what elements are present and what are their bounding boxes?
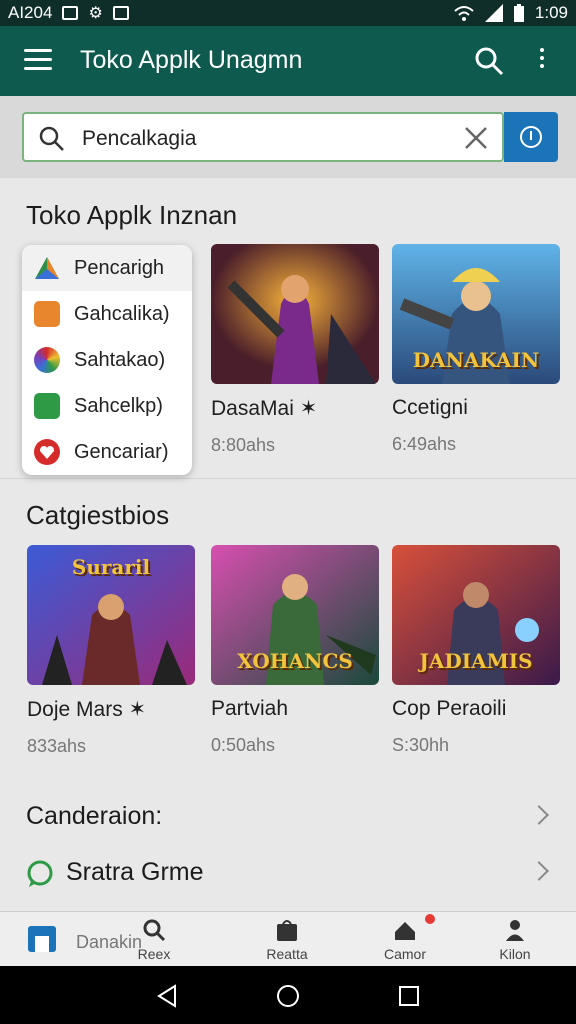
nav-label: Kilon: [499, 946, 531, 962]
photo-icon: [112, 6, 129, 20]
game-name: Cop Peraoili: [392, 697, 507, 720]
suggestion-dropdown: Pencarigh Gahcalika) Sahtakao) Sahcelkp)…: [22, 245, 192, 475]
game-card[interactable]: Suraril Doje Mars ✶ 833ahs: [27, 545, 195, 757]
home-icon: [28, 926, 56, 952]
search-icon[interactable]: [474, 46, 504, 76]
game-card[interactable]: JADIAMIS Cop Peraoili S:30hh: [392, 545, 560, 756]
dropdown-item[interactable]: Pencarigh: [22, 245, 192, 291]
dropdown-label: Sahtakao): [74, 348, 166, 371]
game-meta: 833ahs: [27, 736, 87, 756]
games-icon: [395, 922, 415, 940]
dropdown-item[interactable]: Sahcelkp): [22, 383, 192, 429]
link-row[interactable]: Canderaion:: [26, 798, 556, 838]
section-title: Catgiestbios: [26, 500, 170, 530]
section-title: Toko Applk Inznan: [26, 200, 238, 230]
game-banner: JADIAMIS: [419, 649, 533, 673]
colorful-circle-icon: [34, 347, 60, 373]
recents-icon[interactable]: [397, 984, 421, 1008]
nav-label: Camor: [383, 946, 426, 962]
chat-bubble-icon: [27, 860, 53, 887]
status-bar: AI204 ⚙ 1:09: [0, 0, 576, 26]
nav-label: Reatta: [266, 946, 308, 962]
chevron-right-icon: [529, 805, 549, 825]
red-heart-icon: [34, 439, 60, 465]
game-thumbnail: JADIAMIS: [392, 545, 560, 685]
dropdown-item[interactable]: Sahtakao): [22, 337, 192, 383]
game-meta: 8:80ahs: [211, 435, 276, 455]
game-name: Ccetigni: [392, 396, 468, 419]
bottom-navigation: Danakin Reex Reatta Camor Kilon: [0, 911, 576, 967]
dropdown-item[interactable]: Gencariar): [22, 429, 192, 475]
game-banner: XOHANCS: [237, 649, 353, 673]
game-thumbnail: XOHANCS: [211, 545, 379, 685]
game-meta: S:30hh: [392, 735, 450, 755]
back-icon[interactable]: [155, 984, 179, 1008]
game-thumbnail: [211, 244, 379, 384]
app-bar: Toko Applk Unagmn: [0, 26, 576, 96]
wifi-icon: [454, 6, 474, 21]
game-meta: 6:49ahs: [392, 434, 457, 454]
game-name: Partviah: [211, 697, 289, 720]
game-card[interactable]: DasaMai ✶ 8:80ahs: [211, 244, 379, 456]
nav-item-profile[interactable]: Kilon: [467, 912, 563, 967]
nav-item-store[interactable]: Reatta: [239, 912, 335, 967]
divider: [0, 478, 576, 479]
search-bar-container: Pencalkagia: [0, 96, 576, 178]
dropdown-label: Gencariar): [74, 440, 169, 463]
play-triangle-icon: [34, 255, 60, 281]
nav-label: Reex: [137, 946, 171, 962]
nav-item-games[interactable]: Camor: [357, 912, 453, 967]
search-icon: [39, 126, 64, 151]
game-banner: Suraril: [71, 555, 151, 579]
dropdown-label: Gahcalika): [74, 302, 170, 325]
clock: 1:09: [534, 3, 568, 22]
bag-icon: [277, 920, 297, 941]
chevron-right-icon: [529, 861, 549, 881]
message-icon: [62, 6, 79, 20]
game-name: Doje Mars ✶: [27, 698, 147, 721]
nav-item-search[interactable]: Reex: [106, 912, 202, 967]
dropdown-item[interactable]: Gahcalika): [22, 291, 192, 337]
game-name: DasaMai ✶: [211, 397, 318, 420]
search-value: Pencalkagia: [82, 127, 197, 150]
game-card[interactable]: DANAKAIN Ccetigni 6:49ahs: [392, 244, 560, 455]
more-options-icon[interactable]: [530, 48, 554, 76]
signal-icon: [484, 4, 503, 22]
link-row[interactable]: Sratra Grme: [26, 854, 556, 894]
search-icon: [143, 919, 166, 942]
game-card[interactable]: XOHANCS Partviah 0:50ahs: [211, 545, 379, 756]
battery-icon: [513, 4, 524, 22]
game-meta: 0:50ahs: [211, 735, 276, 755]
game-banner: DANAKAIN: [412, 348, 540, 372]
game-thumbnail: Suraril: [27, 545, 195, 685]
link-label: Sratra Grme: [66, 858, 204, 886]
menu-icon[interactable]: [24, 49, 52, 71]
info-icon: [520, 126, 542, 148]
page-title: Toko Applk Unagmn: [80, 46, 303, 74]
orange-app-icon: [34, 301, 60, 327]
game-thumbnail: DANAKAIN: [392, 244, 560, 384]
notification-dot: [425, 914, 435, 924]
person-icon: [506, 920, 524, 941]
clear-icon[interactable]: [464, 126, 488, 150]
home-button-icon[interactable]: [276, 984, 300, 1008]
settings-icon: ⚙: [88, 5, 103, 22]
link-label: Canderaion:: [26, 802, 163, 830]
green-app-icon: [34, 393, 60, 419]
search-input[interactable]: Pencalkagia: [22, 112, 504, 162]
info-button[interactable]: [504, 112, 558, 162]
dropdown-label: Pencarigh: [74, 256, 165, 279]
dropdown-label: Sahcelkp): [74, 394, 163, 417]
carrier-text: AI204: [8, 3, 53, 22]
system-nav-bar: [0, 966, 576, 1024]
